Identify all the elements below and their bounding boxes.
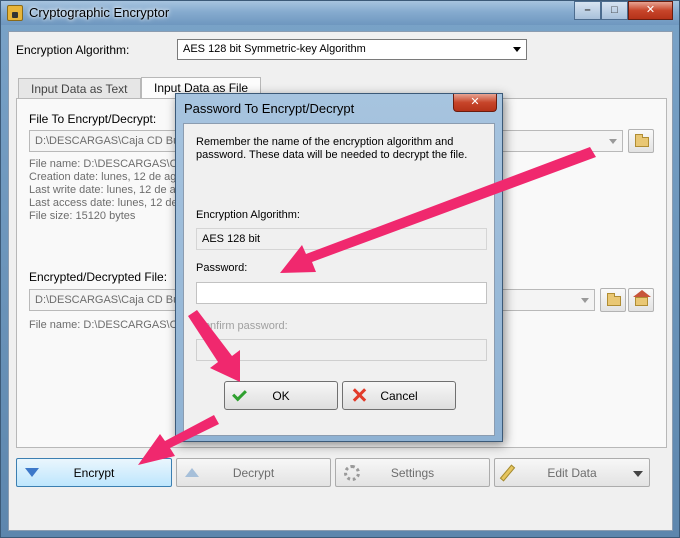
algorithm-select-value: AES 128 bit Symmetric-key Algorithm	[183, 43, 366, 55]
browse-dest-button[interactable]	[600, 288, 626, 312]
settings-button[interactable]: Settings	[335, 458, 490, 487]
chevron-down-icon	[581, 298, 589, 303]
cancel-button[interactable]: Cancel	[342, 381, 456, 410]
dest-info-name: File name: D:\DESCARGAS\Ca	[29, 319, 184, 331]
source-path-input[interactable]: D:\DESCARGAS\Caja CD Bur	[29, 130, 179, 152]
browse-source-button[interactable]	[628, 129, 654, 153]
window-controls: – □ ✕	[574, 1, 673, 21]
confirm-password-input[interactable]	[196, 339, 487, 361]
dialog-algorithm-field: AES 128 bit	[196, 228, 487, 250]
dialog-close-button[interactable]: ✕	[453, 94, 497, 112]
lock-icon	[7, 5, 23, 21]
password-input[interactable]	[196, 282, 487, 304]
home-dest-button[interactable]	[628, 288, 654, 312]
source-info-name: File name: D:\DESCARGAS\Caj	[29, 158, 187, 170]
confirm-password-label: Confirm password:	[196, 320, 288, 332]
edit-data-button-label: Edit Data	[547, 466, 597, 480]
window-title: Cryptographic Encryptor	[29, 5, 170, 20]
close-button[interactable]: ✕	[628, 1, 673, 20]
maximize-button[interactable]: □	[601, 1, 628, 20]
password-dialog: Password To Encrypt/Decrypt ✕ Remember t…	[175, 93, 503, 442]
algorithm-select[interactable]: AES 128 bit Symmetric-key Algorithm	[177, 39, 527, 60]
tab-input-text[interactable]: Input Data as Text	[18, 78, 141, 98]
decrypt-button[interactable]: Decrypt	[176, 458, 331, 487]
encrypt-button[interactable]: Encrypt	[16, 458, 172, 487]
source-info-accessed: Last access date: lunes, 12 de	[29, 197, 178, 209]
dialog-note-line1: Remember the name of the encryption algo…	[196, 136, 454, 148]
dialog-title: Password To Encrypt/Decrypt	[184, 101, 355, 116]
ok-button[interactable]: OK	[224, 381, 338, 410]
chevron-down-icon	[513, 47, 521, 52]
source-info-written: Last write date: lunes, 12 de ag	[29, 184, 182, 196]
ok-button-label: OK	[272, 389, 290, 403]
source-file-label: File To Encrypt/Decrypt:	[29, 112, 157, 126]
home-icon	[633, 290, 651, 306]
decrypt-button-label: Decrypt	[232, 466, 275, 480]
settings-button-label: Settings	[390, 466, 435, 480]
folder-icon	[607, 293, 621, 306]
dest-file-label: Encrypted/Decrypted File:	[29, 270, 168, 284]
folder-icon	[635, 134, 649, 147]
chevron-down-icon	[609, 139, 617, 144]
minimize-button[interactable]: –	[574, 1, 601, 20]
dialog-algorithm-label: Encryption Algorithm:	[196, 209, 300, 221]
edit-data-button[interactable]: Edit Data	[494, 458, 650, 487]
algorithm-label: Encryption Algorithm:	[16, 43, 130, 57]
dest-path-input[interactable]: D:\DESCARGAS\Caja CD Bur	[29, 289, 179, 311]
encrypt-button-label: Encrypt	[73, 466, 115, 480]
cancel-button-label: Cancel	[380, 389, 418, 403]
source-info-created: Creation date: lunes, 12 de ago	[29, 171, 183, 183]
dialog-note-line2: password. These data will be needed to d…	[196, 149, 468, 161]
password-label: Password:	[196, 262, 248, 274]
source-info-size: File size: 15120 bytes	[29, 210, 136, 222]
chevron-down-icon[interactable]	[633, 471, 643, 477]
dialog-client-area: Remember the name of the encryption algo…	[183, 123, 495, 436]
title-bar[interactable]: Cryptographic Encryptor – □ ✕	[1, 1, 679, 25]
